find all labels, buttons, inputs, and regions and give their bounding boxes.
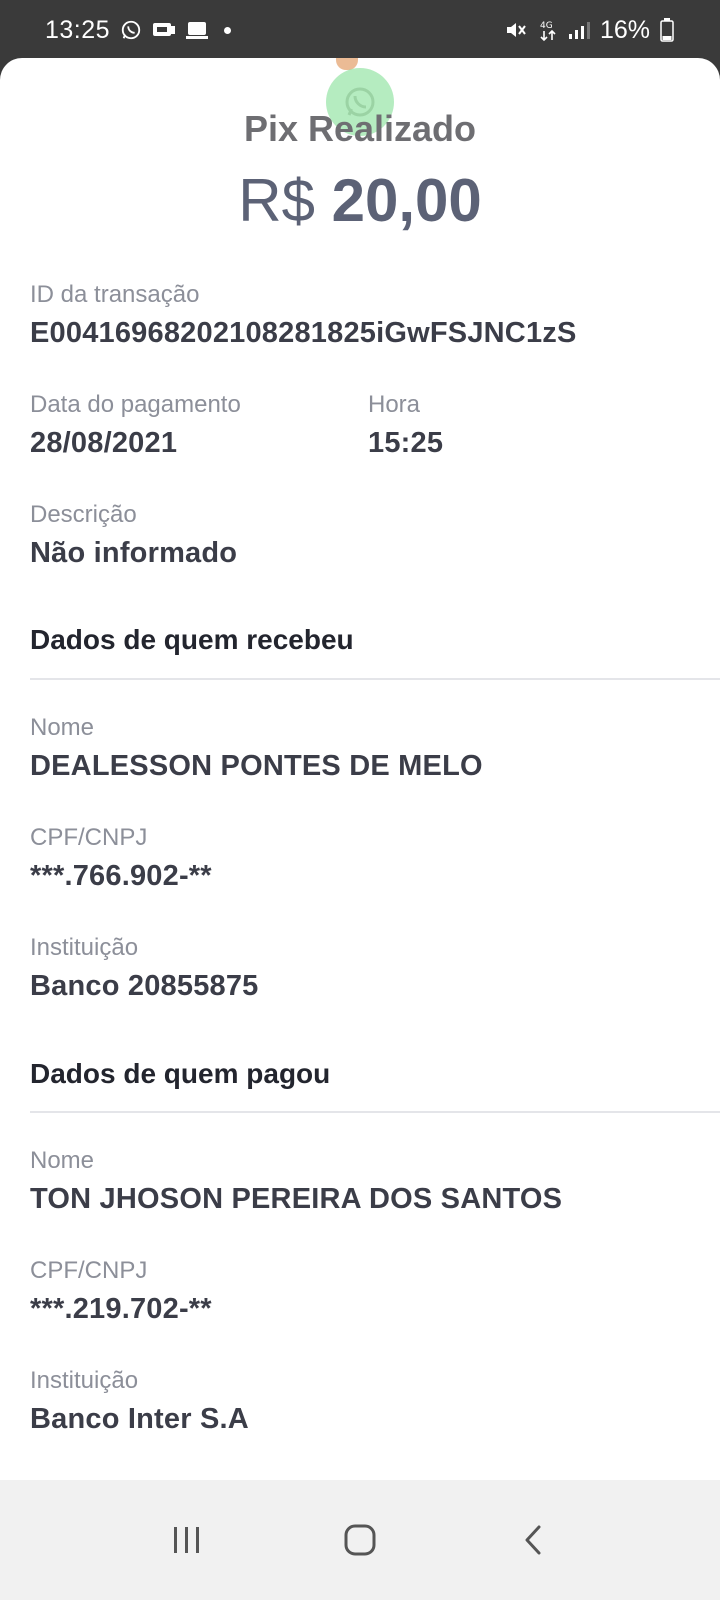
receiver-institution: Instituição Banco 20855875 bbox=[30, 933, 259, 1005]
receiver-institution-label: Instituição bbox=[30, 934, 139, 961]
receipt-amount: R$ 20,00 bbox=[0, 166, 720, 235]
whatsapp-icon bbox=[120, 19, 142, 41]
4g-icon: 4G bbox=[538, 18, 558, 42]
payment-time-value: 15:25 bbox=[368, 427, 444, 459]
receiver-doc: CPF/CNPJ ***.766.902-** bbox=[30, 823, 212, 895]
home-icon[interactable] bbox=[330, 1510, 390, 1570]
receiver-section-title: Dados de quem recebeu bbox=[30, 624, 354, 655]
transaction-id-value: E00416968202108281825iGwFSJNC1zS bbox=[30, 317, 577, 349]
dot-icon bbox=[224, 26, 232, 34]
payer-name: Nome TON JHOSON PEREIRA DOS SANTOS bbox=[30, 1146, 562, 1218]
payer-name-label: Nome bbox=[30, 1147, 95, 1174]
payer-section-title: Dados de quem pagou bbox=[30, 1058, 331, 1089]
battery-percent: 16% bbox=[599, 15, 650, 44]
receiver-divider bbox=[30, 678, 720, 680]
payment-time: Hora 15:25 bbox=[368, 390, 443, 462]
amount-value: 20,00 bbox=[331, 167, 482, 234]
payment-time-label: Hora bbox=[368, 391, 421, 418]
receiver-name: Nome DEALESSON PONTES DE MELO bbox=[30, 713, 483, 785]
receiver-doc-value: ***.766.902-** bbox=[30, 860, 212, 892]
payment-date-value: 28/08/2021 bbox=[30, 427, 178, 459]
payment-date-label: Data do pagamento bbox=[30, 391, 241, 418]
back-icon[interactable] bbox=[503, 1510, 563, 1570]
transaction-id-label: ID da transação bbox=[30, 281, 200, 308]
payer-institution-value: Banco Inter S.A bbox=[30, 1403, 249, 1435]
transaction-id: ID da transação E00416968202108281825iGw… bbox=[30, 280, 577, 352]
payer-name-value: TON JHOSON PEREIRA DOS SANTOS bbox=[30, 1183, 563, 1215]
signal-icon bbox=[568, 20, 590, 40]
battery-icon bbox=[660, 18, 674, 42]
mute-icon bbox=[504, 19, 528, 41]
receipt-card: Pix Realizado R$ 20,00 ID da transação E… bbox=[0, 58, 720, 1510]
notification-icon bbox=[152, 20, 176, 40]
receipt-title: Pix Realizado bbox=[243, 108, 477, 149]
payer-institution: Instituição Banco Inter S.A bbox=[30, 1366, 249, 1438]
payer-divider bbox=[30, 1111, 720, 1113]
receiver-doc-label: CPF/CNPJ bbox=[30, 824, 148, 851]
payer-doc: CPF/CNPJ ***.219.702-** bbox=[30, 1256, 212, 1328]
svg-text:4G: 4G bbox=[540, 21, 553, 31]
description: Descrição Não informado bbox=[30, 500, 237, 572]
payer-doc-label: CPF/CNPJ bbox=[30, 1257, 148, 1284]
status-bar: 13:25 4G 16% bbox=[0, 0, 720, 60]
navigation-bar bbox=[0, 1480, 720, 1600]
recent-apps-icon[interactable] bbox=[157, 1510, 217, 1570]
media-icon bbox=[186, 20, 209, 40]
description-label: Descrição bbox=[30, 501, 137, 528]
status-time: 13:25 bbox=[45, 15, 111, 44]
receiver-name-value: DEALESSON PONTES DE MELO bbox=[30, 750, 483, 782]
currency-symbol: R$ bbox=[238, 167, 315, 234]
receiver-name-label: Nome bbox=[30, 714, 95, 741]
payer-doc-value: ***.219.702-** bbox=[30, 1293, 212, 1325]
description-value: Não informado bbox=[30, 537, 238, 569]
receiver-institution-value: Banco 20855875 bbox=[30, 970, 259, 1002]
payment-date: Data do pagamento 28/08/2021 bbox=[30, 390, 241, 462]
payer-institution-label: Instituição bbox=[30, 1367, 139, 1394]
